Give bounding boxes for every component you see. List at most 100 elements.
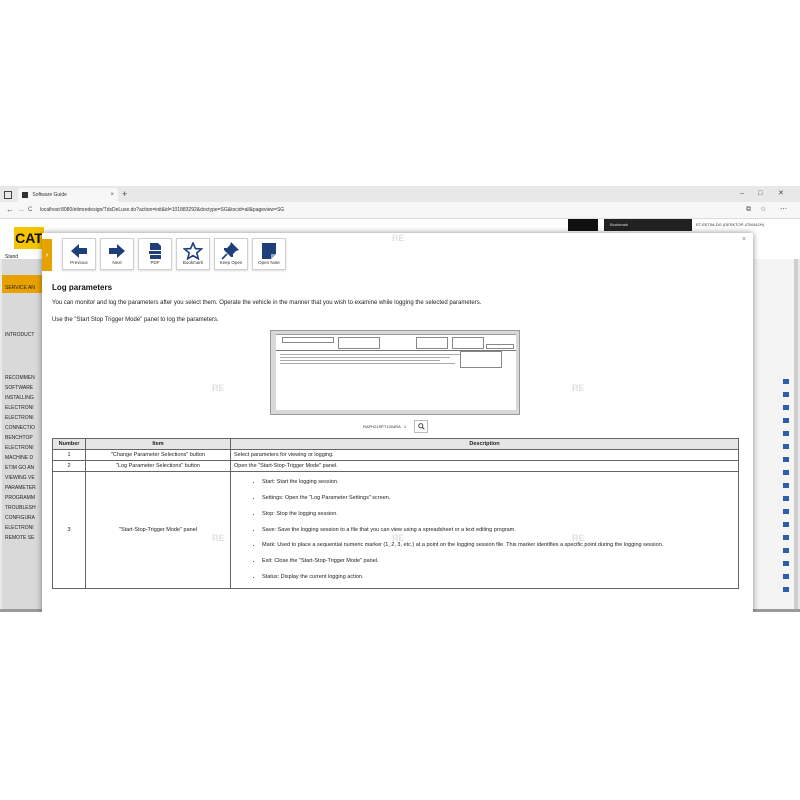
flag-icon[interactable] [783,379,789,384]
flag-icon[interactable] [783,509,789,514]
modal-close-icon[interactable]: × [742,236,746,243]
app-nav-item[interactable]: ELECTRONI [5,405,34,411]
bookmark-label: Bookmark [182,260,204,265]
app-nav-item[interactable]: INSTALLING [5,395,34,401]
flag-icon[interactable] [783,418,789,423]
screenshot-figure[interactable] [270,330,520,415]
flag-icon[interactable] [783,483,789,488]
flag-icon[interactable] [783,392,789,397]
keep-open-label: Keep Open [219,260,243,265]
open-note-label: Open Note [258,260,280,265]
extensions-icon[interactable]: ⧉ [746,205,751,215]
page-title: Log parameters [52,283,113,292]
description-table: Number Item Description 1 "Change Parame… [52,438,739,589]
pin-icon [221,242,239,260]
window-menu-icon[interactable] [4,191,12,199]
table-header-row: Number Item Description [52,438,739,450]
header-item: Item [85,438,231,450]
flag-icon[interactable] [783,405,789,410]
figure-id: RAPH21SPT1004RA [363,424,401,429]
app-nav-item[interactable]: INTRODUCT [5,332,34,338]
software-guide-modal: › × Previous Next PDF Bookmark Keep Open [42,233,753,612]
flag-icon[interactable] [783,522,789,527]
row-item: "Start-Stop-Trigger Mode" panel [85,471,231,589]
list-item: Exit: Close the "Start-Stop-Trigger Mode… [262,558,735,565]
app-nav-item[interactable]: CONNECTIO [5,425,35,431]
app-nav-item[interactable]: ELECTRONI [5,415,34,421]
minimize-button[interactable]: – [740,188,744,200]
panel-expand-handle[interactable]: › [42,239,52,271]
favorite-star-icon[interactable]: ☆ [760,205,766,215]
screen: Software Guide × + – □ ✕ ← → C localhost… [0,186,800,612]
flag-icon[interactable] [783,535,789,540]
close-window-button[interactable]: ✕ [778,188,784,200]
bookmark-panel[interactable]: Bookmark [604,219,692,231]
open-note-button[interactable]: Open Note [252,238,286,270]
table-row: 1 "Change Parameter Selections" button S… [52,449,739,461]
app-nav-item[interactable]: CONFIGURA [5,515,35,521]
zoom-image-button[interactable] [414,420,428,433]
watermark-text: RE [392,533,405,543]
next-label: Next [112,260,122,265]
app-nav-item[interactable]: REMOTE SE [5,535,34,541]
app-nav-item[interactable]: MACHINE D [5,455,33,461]
app-right-panel [752,259,796,609]
list-item: Stop: Stop the logging session. [262,511,735,518]
app-nav-item[interactable]: ETIM GO AN [5,465,34,471]
app-nav-item[interactable]: ELECTRONI [5,445,34,451]
app-nav-item[interactable]: VIEWING VE [5,475,35,481]
flag-icon[interactable] [783,561,789,566]
app-nav-item[interactable]: PROGRAMM [5,495,35,501]
app-scrollbar[interactable] [794,259,798,609]
flag-icon[interactable] [783,574,789,579]
previous-button[interactable]: Previous [62,238,96,270]
app-nav-item[interactable]: BENCHTOP [5,435,33,441]
list-item: Start: Start the logging session. [262,479,735,486]
arrow-right-icon [109,244,125,258]
app-nav-item[interactable]: Stand [5,254,18,260]
list-item: Save: Save the logging session to a file… [262,527,735,534]
row-item: "Log Parameter Selections" button [85,460,231,472]
flag-icon[interactable] [783,457,789,462]
intro-paragraph: You can monitor and log the parameters a… [52,300,482,306]
app-nav-item[interactable]: RECOMMEN [5,375,35,381]
pdf-icon [148,243,162,259]
app-nav-item[interactable]: PARAMETER [5,485,36,491]
instruction-paragraph: Use the "Start Stop Trigger Mode" panel … [52,317,219,323]
bookmark-button[interactable]: Bookmark [176,238,210,270]
watermark-text: RE [392,233,405,243]
next-button[interactable]: Next [100,238,134,270]
back-button[interactable]: ← [6,204,14,216]
new-tab-button[interactable]: + [122,188,127,200]
url-field[interactable]: localhost:8080/etimredesign/TdsDeLuxe.do… [40,204,740,216]
magnifier-zoom-icon [417,423,425,430]
app-nav-item[interactable]: SERVICE AN [5,285,35,291]
browser-tab[interactable]: Software Guide × [18,188,118,202]
star-icon [183,242,203,260]
app-nav-item[interactable]: TROUBLESH [5,505,36,511]
document-content: Log parameters You can monitor and log t… [52,283,742,433]
flag-icon[interactable] [783,496,789,501]
previous-label: Previous [70,260,88,265]
flag-icon[interactable] [783,431,789,436]
tab-close-icon[interactable]: × [110,188,114,202]
flag-icon[interactable] [783,444,789,449]
tab-title: Software Guide [32,192,67,198]
pdf-button[interactable]: PDF [138,238,172,270]
flag-icon[interactable] [783,470,789,475]
keep-open-button[interactable]: Keep Open [214,238,248,270]
forward-button[interactable]: → [17,204,25,216]
more-menu-icon[interactable]: ⋯ [780,205,787,215]
reload-button[interactable]: C [28,204,32,216]
header-description: Description [230,438,739,450]
browser-tab-bar: Software Guide × + – □ ✕ [0,186,800,202]
address-bar-row: ← → C localhost:8080/etimredesign/TdsDeL… [0,202,800,219]
maximize-button[interactable]: □ [758,188,762,200]
app-nav-item[interactable]: SOFTWARE [5,385,33,391]
table-row: 2 "Log Parameter Selections" button Open… [52,460,739,472]
app-nav-item[interactable]: ELECTRONI [5,525,34,531]
row-description: Start: Start the logging session. Settin… [230,471,739,589]
flag-icon[interactable] [783,548,789,553]
watermark-text: RE [572,383,585,393]
flag-icon[interactable] [783,587,789,592]
